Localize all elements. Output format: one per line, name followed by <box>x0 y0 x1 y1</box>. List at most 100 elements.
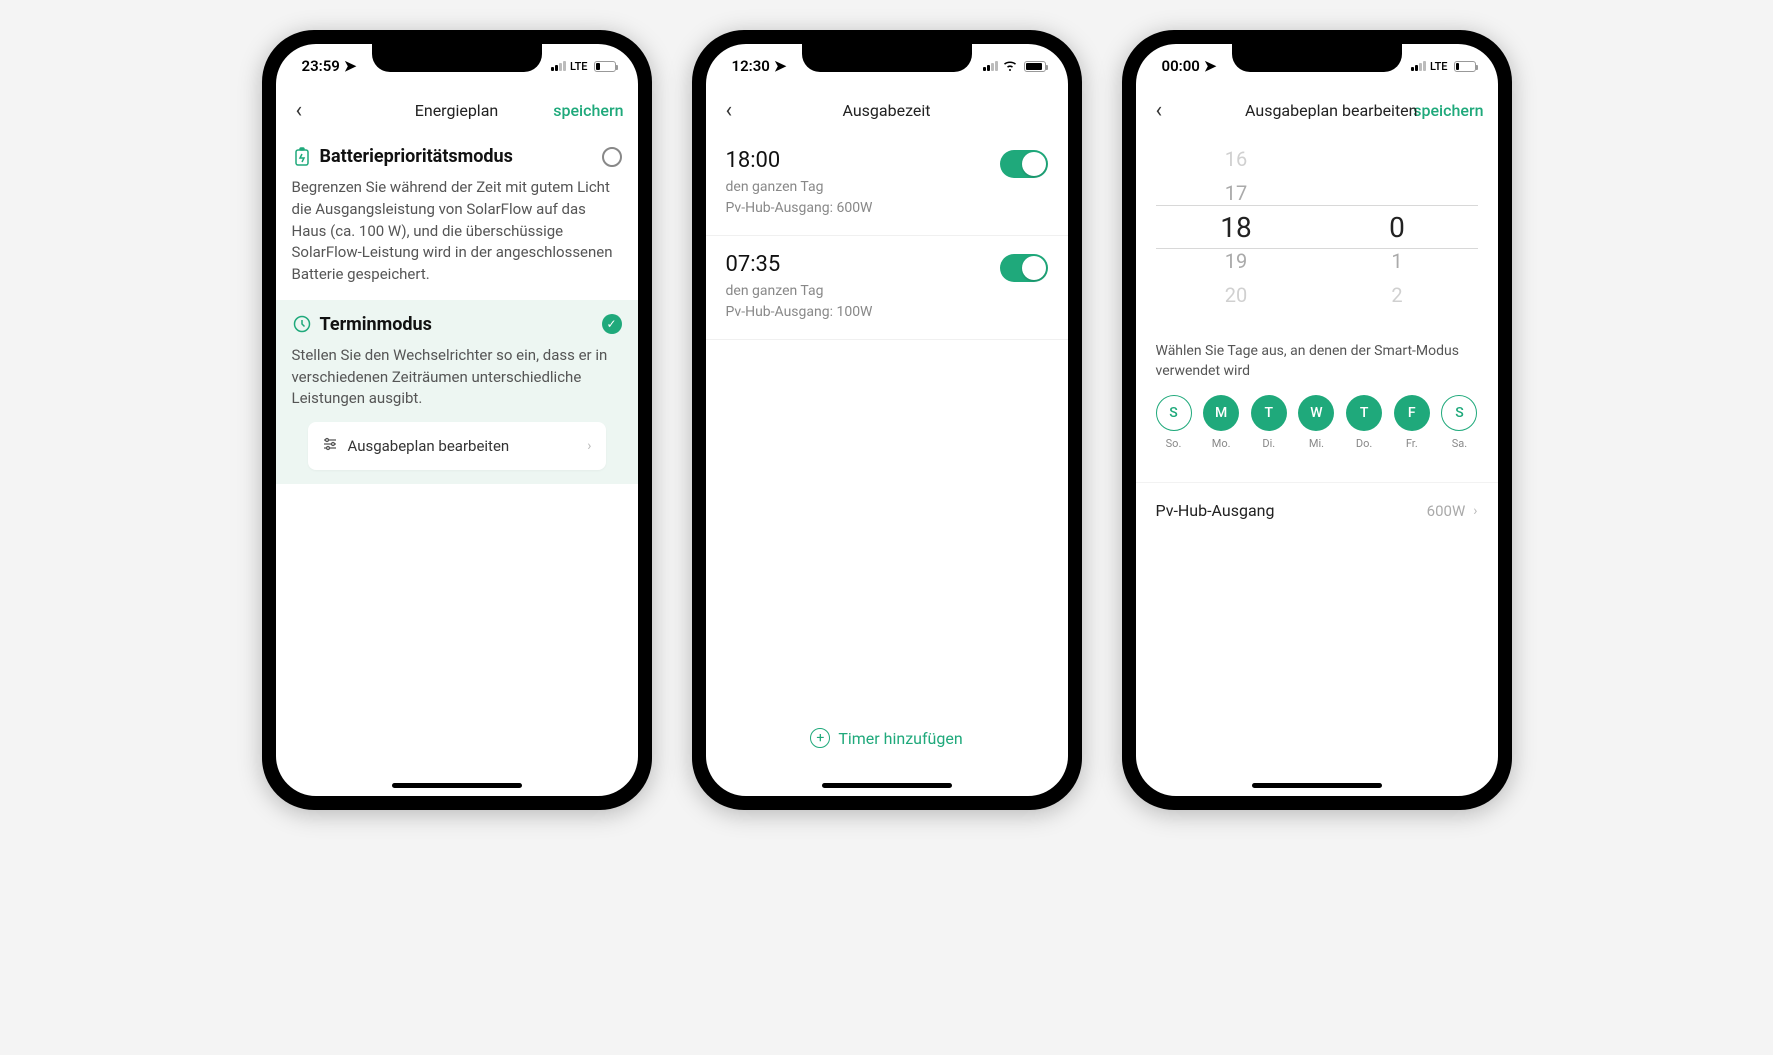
chevron-right-icon: › <box>1473 503 1477 519</box>
day-chip[interactable]: T <box>1346 395 1382 431</box>
day-chip[interactable]: M <box>1203 395 1239 431</box>
days-row: S So. M Mo. T Di. W Mi. T Do. F Fr. S Sa. <box>1136 395 1498 456</box>
notch <box>1232 44 1402 72</box>
picker-item[interactable]: 16 <box>1225 142 1247 176</box>
nav-bar: ‹ Energieplan speichern <box>276 88 638 132</box>
pv-hub-label: Pv-Hub-Ausgang <box>1156 501 1427 520</box>
add-timer-label: Timer hinzufügen <box>838 729 962 748</box>
back-button[interactable]: ‹ <box>290 98 309 123</box>
signal-icon <box>983 61 998 71</box>
clock-icon <box>292 314 312 334</box>
day-chip[interactable]: S <box>1441 395 1477 431</box>
wifi-icon <box>1002 59 1018 74</box>
days-instruction: Wählen Sie Tage aus, an denen der Smart-… <box>1136 342 1498 395</box>
home-indicator[interactable] <box>392 783 522 788</box>
save-button[interactable]: speichern <box>553 101 623 120</box>
timer-time: 18:00 <box>726 148 1000 173</box>
picker-item[interactable]: 19 <box>1225 244 1247 278</box>
pv-hub-output-row[interactable]: Pv-Hub-Ausgang 600W › <box>1136 482 1498 538</box>
signal-icon <box>551 61 566 71</box>
picker-item[interactable]: 18 <box>1220 210 1251 244</box>
mode-battery-desc: Begrenzen Sie während der Zeit mit gutem… <box>292 177 622 286</box>
day-abbrev: So. <box>1166 437 1182 450</box>
phone-energy-plan: 23:59 ➤ LTE ‹ Energieplan speichern Batt… <box>262 30 652 810</box>
mode-battery-priority[interactable]: Batterieprioritätsmodus Begrenzen Sie wä… <box>276 132 638 300</box>
radio-unchecked-icon[interactable] <box>602 147 622 167</box>
battery-icon <box>292 147 312 167</box>
home-indicator[interactable] <box>822 783 952 788</box>
day-column: T Do. <box>1346 395 1382 450</box>
timer-days: den ganzen Tag <box>726 281 1000 302</box>
mode-battery-title: Batterieprioritätsmodus <box>320 146 594 167</box>
timer-output: Pv-Hub-Ausgang: 100W <box>726 302 1000 323</box>
day-column: F Fr. <box>1394 395 1430 450</box>
signal-icon <box>1411 61 1426 71</box>
timer-list: 18:00den ganzen TagPv-Hub-Ausgang: 600W0… <box>706 132 1068 796</box>
picker-item[interactable]: 17 <box>1225 176 1247 210</box>
status-time: 00:00 <box>1162 57 1200 75</box>
timer-time: 07:35 <box>726 252 1000 277</box>
day-chip[interactable]: S <box>1156 395 1192 431</box>
timer-toggle[interactable] <box>1000 150 1048 178</box>
timer-row[interactable]: 07:35 den ganzen TagPv-Hub-Ausgang: 100W <box>706 236 1068 340</box>
picker-item[interactable]: 20 <box>1225 278 1247 312</box>
minute-wheel[interactable]: 012 <box>1317 142 1478 312</box>
sliders-icon <box>322 436 338 456</box>
plus-circle-icon: + <box>810 728 830 748</box>
home-indicator[interactable] <box>1252 783 1382 788</box>
day-abbrev: Di. <box>1262 437 1275 450</box>
add-timer-button[interactable]: + Timer hinzufügen <box>706 710 1068 766</box>
timer-toggle[interactable] <box>1000 254 1048 282</box>
phone-edit-output-plan: 00:00 ➤ LTE ‹ Ausgabeplan bearbeiten spe… <box>1122 30 1512 810</box>
timer-row[interactable]: 18:00 den ganzen TagPv-Hub-Ausgang: 600W <box>706 132 1068 236</box>
battery-icon <box>1024 61 1046 72</box>
network-label: LTE <box>1430 60 1448 73</box>
notch <box>802 44 972 72</box>
day-chip[interactable]: F <box>1394 395 1430 431</box>
timer-output: Pv-Hub-Ausgang: 600W <box>726 198 1000 219</box>
save-button[interactable]: speichern <box>1413 101 1483 120</box>
day-column: S So. <box>1156 395 1192 450</box>
page-title: Energieplan <box>415 101 498 120</box>
picker-item[interactable]: 0 <box>1389 210 1405 244</box>
day-column: T Di. <box>1251 395 1287 450</box>
day-abbrev: Sa. <box>1452 437 1467 450</box>
mode-schedule-title: Terminmodus <box>320 314 594 335</box>
time-picker[interactable]: 1617181920 012 <box>1136 132 1498 342</box>
location-icon: ➤ <box>774 57 787 75</box>
phone-output-time: 12:30 ➤ ‹ Ausgabezeit 18:00 den ganzen Ta… <box>692 30 1082 810</box>
location-icon: ➤ <box>1204 57 1217 75</box>
nav-bar: ‹ Ausgabezeit <box>706 88 1068 132</box>
network-label: LTE <box>570 60 588 73</box>
picker-item[interactable]: 1 <box>1391 244 1402 278</box>
page-title: Ausgabezeit <box>842 101 930 120</box>
day-abbrev: Mo. <box>1212 437 1231 450</box>
day-chip[interactable]: W <box>1298 395 1334 431</box>
location-icon: ➤ <box>344 57 357 75</box>
mode-schedule-desc: Stellen Sie den Wechselrichter so ein, d… <box>292 345 622 410</box>
timer-days: den ganzen Tag <box>726 177 1000 198</box>
status-time: 23:59 <box>302 57 340 75</box>
chevron-right-icon: › <box>587 438 591 454</box>
edit-output-plan-button[interactable]: Ausgabeplan bearbeiten › <box>308 422 606 470</box>
day-abbrev: Do. <box>1356 437 1372 450</box>
mode-schedule[interactable]: Terminmodus ✓ Stellen Sie den Wechselric… <box>276 300 638 484</box>
back-button[interactable]: ‹ <box>720 98 739 123</box>
day-chip[interactable]: T <box>1251 395 1287 431</box>
status-time: 12:30 <box>732 57 770 75</box>
edit-plan-label: Ausgabeplan bearbeiten <box>348 437 578 455</box>
notch <box>372 44 542 72</box>
battery-icon <box>594 61 616 72</box>
day-column: W Mi. <box>1298 395 1334 450</box>
page-title: Ausgabeplan bearbeiten <box>1245 101 1417 120</box>
day-column: S Sa. <box>1441 395 1477 450</box>
hour-wheel[interactable]: 1617181920 <box>1156 142 1317 312</box>
picker-item[interactable]: 2 <box>1391 278 1402 312</box>
day-abbrev: Fr. <box>1406 437 1418 450</box>
day-abbrev: Mi. <box>1309 437 1324 450</box>
pv-hub-value: 600W <box>1427 502 1466 520</box>
back-button[interactable]: ‹ <box>1150 98 1169 123</box>
radio-checked-icon[interactable]: ✓ <box>602 314 622 334</box>
battery-icon <box>1454 61 1476 72</box>
day-column: M Mo. <box>1203 395 1239 450</box>
